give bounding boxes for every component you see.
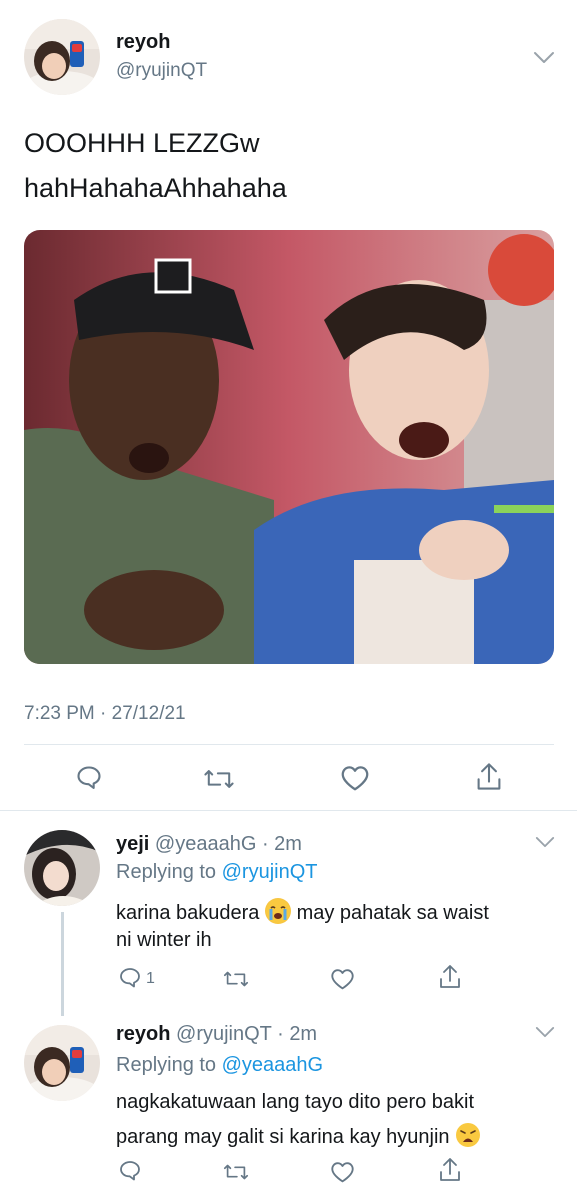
share-icon[interactable] bbox=[475, 762, 503, 792]
retweet-icon[interactable] bbox=[222, 1160, 250, 1184]
reply-text-line-2: parang may galit si karina kay hyunjin bbox=[116, 1122, 481, 1149]
replying-to-handle[interactable]: @ryujinQT bbox=[222, 861, 318, 883]
reply-text-line-1: nagkakatuwaan lang tayo dito pero bakit bbox=[116, 1091, 475, 1113]
reply-display-name[interactable]: yeji bbox=[116, 833, 149, 855]
like-icon[interactable] bbox=[330, 967, 355, 991]
loudly-crying-face-icon bbox=[265, 898, 291, 924]
chevron-down-icon[interactable] bbox=[535, 836, 555, 849]
reply-icon[interactable] bbox=[118, 1159, 142, 1183]
chevron-down-icon[interactable] bbox=[535, 1026, 555, 1039]
reply-count: 1 bbox=[146, 970, 155, 987]
like-icon[interactable] bbox=[340, 764, 370, 792]
share-icon[interactable] bbox=[438, 1157, 462, 1183]
chevron-down-icon[interactable] bbox=[533, 51, 555, 65]
like-icon[interactable] bbox=[330, 1160, 355, 1184]
share-icon[interactable] bbox=[438, 964, 462, 990]
reply-header: yeji @yeaaahG · 2m bbox=[116, 833, 302, 856]
reply-thread-line bbox=[61, 912, 64, 1016]
replying-to-handle[interactable]: @yeaaahG bbox=[222, 1054, 323, 1076]
replying-to: Replying to @yeaaahG bbox=[116, 1054, 323, 1077]
reply-icon[interactable] bbox=[75, 764, 103, 792]
author-handle[interactable]: @ryujinQT bbox=[116, 60, 207, 82]
tweet-timestamp[interactable]: 7:23 PM · 27/12/21 bbox=[24, 703, 186, 725]
divider bbox=[24, 744, 554, 745]
reply-display-name[interactable]: reyoh bbox=[116, 1023, 170, 1045]
replying-to-prefix: Replying to bbox=[116, 1054, 217, 1076]
reply-text-part: parang may galit si karina kay hyunjin bbox=[116, 1126, 450, 1148]
tweet-text-line-2: hahHahahaAhhahaha bbox=[24, 173, 287, 203]
replying-to: Replying to @ryujinQT bbox=[116, 861, 318, 884]
reply-text-line-1: karina bakudera may pahatak sa waist bbox=[116, 898, 489, 925]
reply-text-part: may pahatak sa waist bbox=[296, 902, 489, 924]
avatar-reyoh[interactable] bbox=[24, 1025, 100, 1101]
reply-text-part: karina bakudera bbox=[116, 902, 260, 924]
tweet-text-line-1: OOOHHH LEZZGw bbox=[24, 128, 260, 158]
divider bbox=[0, 810, 577, 811]
author-display-name[interactable]: reyoh bbox=[116, 31, 170, 54]
weary-face-icon bbox=[455, 1122, 481, 1148]
avatar-reyoh[interactable] bbox=[24, 19, 100, 95]
replying-to-prefix: Replying to bbox=[116, 861, 217, 883]
reply-header: reyoh @ryujinQT · 2m bbox=[116, 1023, 317, 1046]
tweet-media-image[interactable] bbox=[24, 230, 554, 664]
reply-handle-time[interactable]: @yeaaahG · 2m bbox=[155, 833, 302, 855]
reply-text-line-2: ni winter ih bbox=[116, 929, 212, 951]
retweet-icon[interactable] bbox=[222, 967, 250, 991]
reply-icon[interactable] bbox=[118, 966, 142, 990]
avatar-yeji[interactable] bbox=[24, 830, 100, 906]
reply-handle-time[interactable]: @ryujinQT · 2m bbox=[176, 1023, 317, 1045]
retweet-icon[interactable] bbox=[202, 765, 236, 793]
